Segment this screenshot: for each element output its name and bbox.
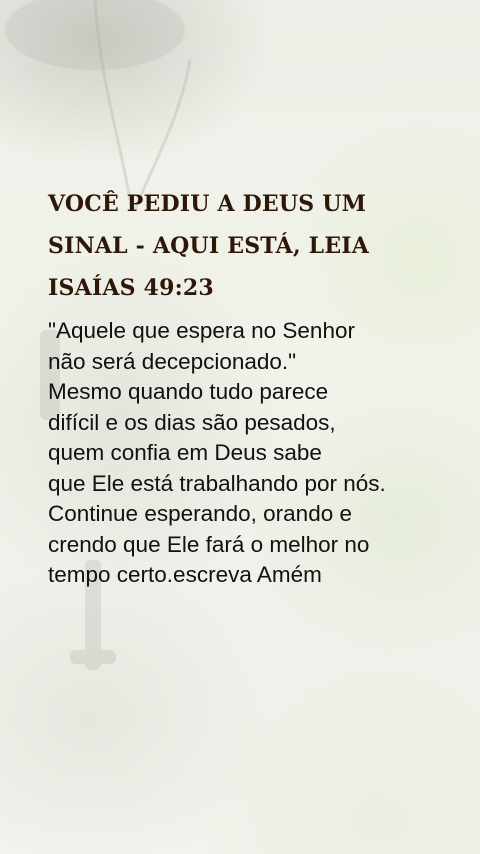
body-line: crendo que Ele fará o melhor no (48, 531, 370, 557)
headline-line: VOCÊ PEDIU A DEUS UM (48, 191, 367, 217)
body-line: quem confia em Deus sabe (48, 440, 322, 465)
message-body: "Aquele que espera no Senhor não será de… (48, 316, 468, 591)
headline-line: ISAÍAS 49:23 (48, 275, 214, 301)
headline: VOCÊ PEDIU A DEUS UM SINAL - AQUI ESTÁ, … (48, 183, 448, 309)
headline-line: SINAL - AQUI ESTÁ, LEIA (48, 233, 370, 259)
body-line: Continue esperando, orando e (48, 501, 352, 526)
body-line: difícil e os dias são pesados, (48, 409, 336, 435)
body-line: não será decepcionado." (48, 348, 297, 374)
body-line: Mesmo quando tudo parece (48, 379, 329, 404)
body-line: tempo certo.escreva Amém (48, 562, 322, 587)
body-line: que Ele está trabalhando por nós. (48, 470, 386, 496)
body-line: "Aquele que espera no Senhor (48, 318, 355, 343)
